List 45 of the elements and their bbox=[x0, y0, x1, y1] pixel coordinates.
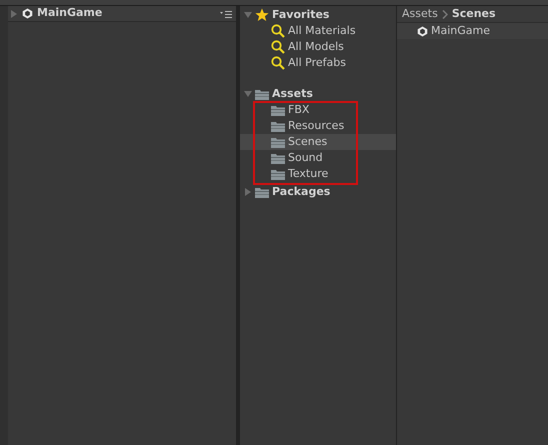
tree-label: All Models bbox=[288, 38, 344, 55]
folder-icon bbox=[271, 168, 285, 180]
search-icon bbox=[271, 56, 285, 70]
tree-item[interactable]: All Models bbox=[240, 39, 396, 55]
folder-icon bbox=[271, 152, 285, 164]
folder-icon bbox=[271, 136, 285, 148]
tree-label: Texture bbox=[288, 166, 328, 182]
tree-item[interactable]: Assets bbox=[240, 86, 396, 102]
tree-item[interactable]: Scenes bbox=[240, 134, 396, 150]
asset-item[interactable]: MainGame bbox=[397, 23, 548, 39]
tree-item[interactable]: All Prefabs bbox=[240, 55, 396, 71]
scene-row[interactable]: MainGame bbox=[8, 6, 236, 22]
tree-label: Favorites bbox=[272, 6, 330, 23]
tree-item[interactable]: Texture bbox=[240, 166, 396, 182]
tree-item[interactable]: All Materials bbox=[240, 23, 396, 39]
folder-icon bbox=[255, 186, 269, 198]
tree-label: Resources bbox=[288, 118, 344, 134]
expanded-arrow-icon[interactable] bbox=[244, 90, 252, 98]
tree-label: Scenes bbox=[288, 134, 328, 150]
tree-item[interactable]: FBX bbox=[240, 102, 396, 118]
asset-name: MainGame bbox=[431, 22, 490, 39]
tree-item[interactable]: Favorites bbox=[240, 7, 396, 23]
folder-icon bbox=[255, 88, 269, 100]
search-icon bbox=[271, 40, 285, 54]
tree-label: Assets bbox=[272, 86, 313, 102]
breadcrumb-item[interactable]: Scenes bbox=[452, 6, 496, 22]
tree-label: Sound bbox=[288, 150, 323, 166]
tree-item[interactable]: Packages bbox=[240, 184, 396, 200]
folder-icon bbox=[271, 104, 285, 116]
search-icon bbox=[271, 24, 285, 38]
breadcrumb-item[interactable]: Assets bbox=[402, 6, 438, 22]
collapsed-arrow-icon[interactable] bbox=[244, 188, 252, 196]
tree-label: All Prefabs bbox=[288, 54, 346, 71]
tree-item[interactable]: Resources bbox=[240, 118, 396, 134]
expanded-arrow-icon[interactable] bbox=[244, 11, 252, 19]
tree-label: Packages bbox=[272, 184, 330, 200]
tree-label: FBX bbox=[288, 102, 310, 118]
scene-name: MainGame bbox=[37, 5, 102, 22]
folder-icon bbox=[271, 120, 285, 132]
star-icon bbox=[255, 8, 269, 22]
tree-item[interactable]: Sound bbox=[240, 150, 396, 166]
menu-icon[interactable] bbox=[220, 10, 232, 18]
tree-label: All Materials bbox=[288, 22, 356, 39]
collapsed-arrow-icon[interactable] bbox=[10, 10, 18, 18]
chevron-icon bbox=[442, 10, 448, 18]
